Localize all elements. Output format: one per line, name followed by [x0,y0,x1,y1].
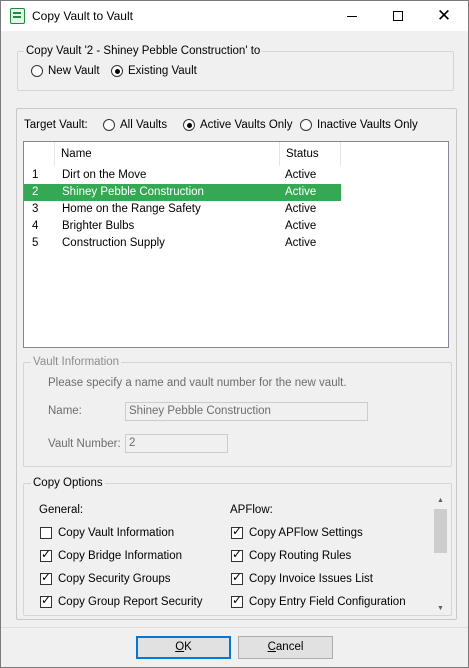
column-header-name[interactable]: Name [55,142,280,166]
vault-row[interactable]: 3 Home on the Range Safety Active [24,201,341,218]
vault-number: 1 [32,169,39,181]
cancel-accel: C [267,641,276,653]
app-icon [10,8,25,24]
vault-information-legend: Vault Information [31,355,122,370]
checkbox-box[interactable] [40,593,52,608]
copy-security-groups-checkbox[interactable]: Copy Security Groups [40,570,171,585]
copy-options-scrollbar[interactable]: ▲ ▼ [433,493,448,615]
cancel-rest: ancel [275,641,304,653]
all-vaults-radio-dot[interactable] [103,119,115,131]
vault-number: 5 [32,237,39,249]
inactive-vaults-radio[interactable]: Inactive Vaults Only [300,119,418,131]
column-header-number[interactable] [24,142,55,166]
copy-options-legend: Copy Options [31,476,105,491]
checkbox-box[interactable] [231,593,243,608]
checkbox-box[interactable] [40,527,52,539]
vault-name: Shiney Pebble Construction [62,186,204,198]
copy-vault-information-checkbox[interactable]: Copy Vault Information [40,527,174,539]
ok-accel: O [175,641,185,653]
window-title: Copy Vault to Vault [32,9,133,23]
maximize-icon [393,11,403,21]
scrollbar-thumb[interactable] [434,509,447,553]
checkbox-label: Copy APFlow Settings [249,527,363,539]
scroll-up-icon[interactable]: ▲ [433,493,448,507]
checkbox-box[interactable] [231,524,243,539]
column-header-status[interactable]: Status [280,142,341,166]
new-vault-label: New Vault [48,65,100,77]
checkbox-label: Copy Group Report Security [58,596,203,608]
vault-list-header: Name Status [24,142,341,166]
checkbox-label: Copy Security Groups [58,573,171,585]
all-vaults-label: All Vaults [120,119,168,131]
checkbox-box[interactable] [231,570,243,585]
inactive-vaults-label: Inactive Vaults Only [317,119,418,131]
copy-apflow-settings-checkbox[interactable]: Copy APFlow Settings [231,524,363,539]
vault-number-label: Vault Number: [48,438,121,450]
vault-name: Brighter Bulbs [62,220,135,232]
inactive-vaults-radio-dot[interactable] [300,119,312,131]
cancel-button[interactable]: Cancel [238,636,333,659]
vault-name-field[interactable]: Shiney Pebble Construction [125,402,368,421]
vault-row-selected[interactable]: 2 Shiney Pebble Construction Active [24,184,341,201]
vault-information-hint: Please specify a name and vault number f… [48,377,347,389]
active-vaults-radio-dot[interactable] [183,119,195,131]
checkbox-label: Copy Bridge Information [58,550,183,562]
footer-separator [1,627,468,628]
maximize-button[interactable] [375,1,421,31]
vault-status: Active [285,237,317,249]
vault-status: Active [285,186,317,198]
title-bar[interactable]: Copy Vault to Vault ✕ [1,1,468,31]
copy-bridge-information-checkbox[interactable]: Copy Bridge Information [40,547,183,562]
active-vaults-label: Active Vaults Only [200,119,293,131]
ok-button[interactable]: OK [136,636,231,659]
all-vaults-radio[interactable]: All Vaults [103,119,167,131]
new-vault-radio[interactable]: New Vault [31,65,100,77]
copy-group-report-security-checkbox[interactable]: Copy Group Report Security [40,593,203,608]
new-vault-radio-dot[interactable] [31,65,43,77]
vault-number-field[interactable]: 2 [125,434,228,453]
vault-row[interactable]: 4 Brighter Bulbs Active [24,218,341,235]
minimize-icon [347,15,357,17]
scroll-down-icon[interactable]: ▼ [433,601,448,615]
checkbox-label: Copy Vault Information [58,527,175,539]
copy-invoice-issues-list-checkbox[interactable]: Copy Invoice Issues List [231,570,374,585]
existing-vault-radio[interactable]: Existing Vault [111,65,197,77]
vault-row[interactable]: 5 Construction Supply Active [24,235,341,252]
vault-number: 4 [32,220,39,232]
checkbox-box[interactable] [40,547,52,562]
ok-rest: K [184,641,192,653]
checkbox-label: Copy Routing Rules [249,550,352,562]
close-button[interactable]: ✕ [421,1,467,31]
vault-name: Construction Supply [62,237,165,249]
vault-name: Dirt on the Move [62,169,147,181]
vault-row[interactable]: 1 Dirt on the Move Active [24,167,341,184]
vault-number: 3 [32,203,39,215]
target-vault-label: Target Vault: [24,119,88,131]
checkbox-label: Copy Invoice Issues List [249,573,374,585]
vault-name-label: Name: [48,405,82,417]
checkbox-box[interactable] [231,547,243,562]
apflow-heading: APFlow: [230,504,273,516]
vault-list[interactable]: Name Status 1 Dirt on the Move Active 2 … [23,141,449,348]
vault-name: Home on the Range Safety [62,203,201,215]
minimize-button[interactable] [329,1,375,31]
vault-number: 2 [32,186,39,198]
vault-status: Active [285,203,317,215]
copy-entry-field-configuration-checkbox[interactable]: Copy Entry Field Configuration [231,593,406,608]
copy-destination-legend: Copy Vault '2 - Shiney Pebble Constructi… [24,44,263,59]
vault-status: Active [285,169,317,181]
checkbox-box[interactable] [40,570,52,585]
copy-routing-rules-checkbox[interactable]: Copy Routing Rules [231,547,352,562]
general-heading: General: [39,504,84,516]
vault-status: Active [285,220,317,232]
existing-vault-label: Existing Vault [128,65,197,77]
existing-vault-radio-dot[interactable] [111,65,123,77]
active-vaults-radio[interactable]: Active Vaults Only [183,119,292,131]
checkbox-label: Copy Entry Field Configuration [249,596,406,608]
dialog-window: Copy Vault to Vault ✕ Copy Vault '2 - Sh… [0,0,469,668]
close-icon: ✕ [436,5,452,26]
